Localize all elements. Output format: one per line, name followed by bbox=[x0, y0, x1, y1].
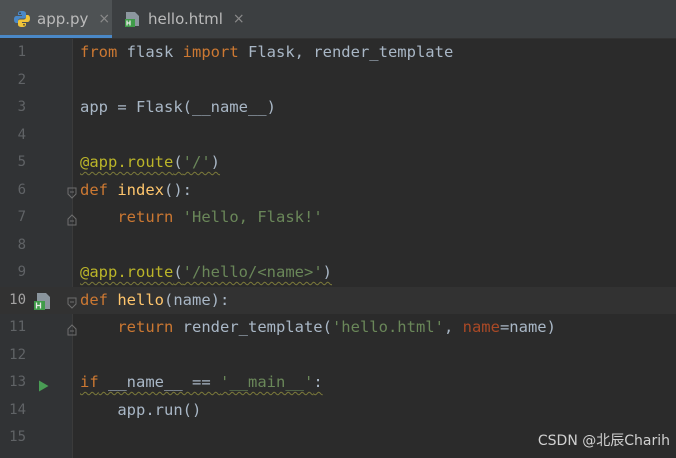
string-literal: '__main__' bbox=[220, 373, 314, 391]
code-text: def hello(name): bbox=[80, 287, 229, 315]
code-token: , bbox=[443, 318, 463, 336]
code-line-9[interactable]: 9 @app.route('/hello/<name>') bbox=[0, 259, 676, 287]
keyword: def bbox=[80, 290, 108, 309]
line-number: 15 bbox=[9, 429, 26, 445]
line-number: 4 bbox=[17, 126, 26, 143]
line-number: 11 bbox=[9, 319, 26, 335]
code-token: ) bbox=[210, 153, 221, 171]
code-lines: 1 from flask import Flask, render_templa… bbox=[0, 39, 676, 452]
close-icon[interactable]: × bbox=[233, 11, 245, 27]
decorator: @app.route bbox=[80, 153, 174, 171]
code-text: @app.route('/hello/<name>') bbox=[80, 259, 332, 287]
line-number: 2 bbox=[17, 71, 26, 88]
watermark: CSDN @北辰Charih bbox=[537, 433, 670, 449]
keyword: def bbox=[80, 180, 108, 199]
string-literal: '/' bbox=[182, 153, 211, 171]
keyword: return bbox=[117, 318, 174, 336]
line-number: 8 bbox=[17, 236, 26, 253]
tab-app-py[interactable]: app.py × bbox=[0, 0, 112, 38]
code-line-10[interactable]: 10 def hello(name): bbox=[0, 286, 676, 315]
code-line-13[interactable]: 13 if __name__ == '__main__': bbox=[0, 369, 676, 397]
fold-end-icon[interactable] bbox=[67, 211, 77, 226]
fold-open-icon[interactable] bbox=[67, 184, 77, 199]
tab-hello-html[interactable]: hello.html × bbox=[112, 0, 252, 38]
code-line-11[interactable]: 11 return render_template('hello.html', … bbox=[0, 314, 676, 342]
code-text: from flask import Flask, render_template bbox=[80, 39, 453, 67]
code-token: __name__ == bbox=[98, 373, 220, 391]
code-line-6[interactable]: 6 def index(): bbox=[0, 177, 676, 205]
string-literal: 'hello.html' bbox=[331, 318, 444, 336]
decorator: @app.route bbox=[80, 263, 174, 281]
code-token: Flask, render_template bbox=[238, 43, 454, 61]
line-number: 9 bbox=[17, 264, 26, 280]
close-icon[interactable]: × bbox=[98, 11, 110, 27]
line-number: 14 bbox=[9, 401, 26, 418]
code-line-4[interactable]: 4 bbox=[0, 122, 676, 150]
line-number: 13 bbox=[9, 374, 26, 390]
keyword: return bbox=[117, 208, 174, 226]
line-number: 5 bbox=[17, 154, 26, 170]
code-text: def index(): bbox=[80, 177, 192, 205]
code-token: render_template( bbox=[173, 318, 332, 336]
function-name: index bbox=[117, 180, 165, 199]
code-token: flask bbox=[117, 43, 183, 61]
run-arrow-icon[interactable] bbox=[38, 377, 49, 396]
code-text: return 'Hello, Flask!' bbox=[80, 204, 323, 232]
code-token: ( bbox=[173, 153, 183, 171]
string-literal: 'Hello, Flask!' bbox=[182, 208, 323, 226]
line-number: 7 bbox=[17, 209, 26, 225]
code-token: =name) bbox=[499, 318, 556, 336]
fold-end-icon[interactable] bbox=[67, 321, 77, 336]
code-line-12[interactable]: 12 bbox=[0, 342, 676, 370]
keyword: if bbox=[80, 373, 99, 391]
code-line-5[interactable]: 5 @app.route('/') bbox=[0, 149, 676, 177]
fold-open-icon[interactable] bbox=[67, 294, 77, 309]
code-line-7[interactable]: 7 return 'Hello, Flask!' bbox=[0, 204, 676, 232]
code-line-1[interactable]: 1 from flask import Flask, render_templa… bbox=[0, 39, 676, 67]
code-text: app = Flask(__name__) bbox=[80, 98, 276, 116]
code-text: @app.route('/') bbox=[80, 149, 220, 177]
html-template-link-icon[interactable] bbox=[33, 291, 53, 315]
code-token: : bbox=[313, 373, 323, 391]
code-token: ( bbox=[173, 263, 183, 281]
code-text: if __name__ == '__main__': bbox=[80, 369, 323, 397]
python-file-icon bbox=[13, 10, 31, 28]
editor-tab-bar: app.py × hello.html × bbox=[0, 0, 676, 39]
line-number: 12 bbox=[9, 346, 26, 363]
keyword: import bbox=[182, 43, 239, 61]
code-text: app.run() bbox=[80, 400, 202, 419]
code-line-2[interactable]: 2 bbox=[0, 67, 676, 95]
code-line-3[interactable]: 3 app = Flask(__name__) bbox=[0, 94, 676, 122]
code-line-14[interactable]: 14 app.run() bbox=[0, 397, 676, 425]
keyword-argument: name bbox=[462, 318, 500, 336]
line-number: 10 bbox=[9, 291, 26, 308]
code-token: ) bbox=[322, 263, 332, 281]
tab-label: app.py bbox=[37, 10, 89, 28]
code-token: (): bbox=[164, 180, 193, 199]
code-editor[interactable]: 1 from flask import Flask, render_templa… bbox=[0, 39, 676, 458]
line-number: 3 bbox=[17, 99, 26, 115]
keyword: from bbox=[80, 43, 118, 61]
string-literal: '/hello/<name>' bbox=[182, 263, 323, 281]
code-token: (name): bbox=[164, 290, 230, 309]
line-number: 6 bbox=[17, 181, 26, 198]
code-text: return render_template('hello.html', nam… bbox=[80, 314, 556, 342]
code-line-8[interactable]: 8 bbox=[0, 232, 676, 260]
line-number: 1 bbox=[17, 44, 26, 60]
tab-label: hello.html bbox=[148, 10, 223, 28]
html-file-icon bbox=[124, 10, 142, 28]
function-name: hello bbox=[117, 290, 165, 309]
